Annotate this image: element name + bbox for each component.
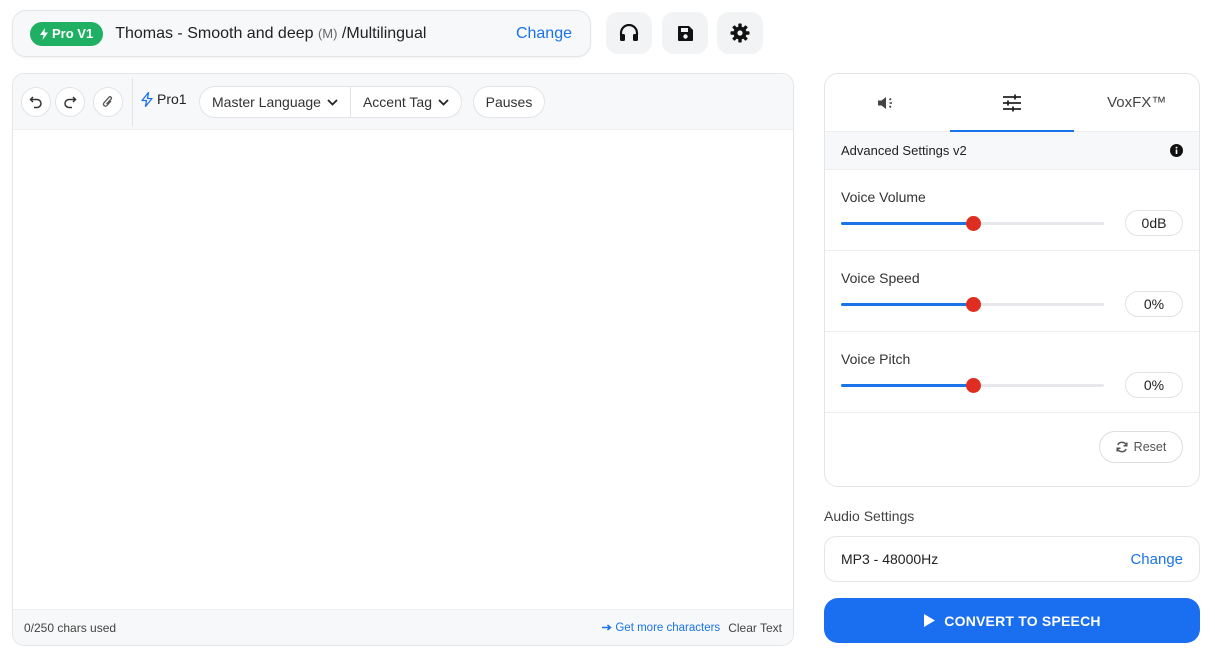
convert-to-speech-button[interactable]: CONVERT TO SPEECH bbox=[824, 598, 1200, 643]
voice-speed-slider[interactable] bbox=[841, 297, 1104, 312]
slider-fill bbox=[841, 384, 973, 387]
slider-thumb[interactable] bbox=[965, 297, 981, 312]
refresh-icon bbox=[1116, 441, 1128, 453]
chevron-down-icon bbox=[327, 98, 338, 106]
convert-label: CONVERT TO SPEECH bbox=[944, 612, 1101, 629]
advanced-settings-header: Advanced Settings v2 bbox=[825, 132, 1199, 170]
voice-speed-value[interactable]: 0% bbox=[1125, 291, 1183, 317]
accent-tag-dropdown[interactable]: Accent Tag bbox=[349, 87, 461, 117]
get-more-characters-link[interactable]: Get more characters bbox=[602, 622, 720, 634]
active-tab-indicator bbox=[950, 130, 1074, 132]
voice-selector[interactable]: Pro V1 Thomas - Smooth and deep (M) /Mul… bbox=[12, 10, 591, 57]
chars-used-counter: 0/250 chars used bbox=[24, 620, 117, 635]
audio-format: MP3 - 48000Hz bbox=[841, 551, 939, 567]
audio-settings-box: MP3 - 48000Hz Change bbox=[824, 536, 1200, 582]
reset-button[interactable]: Reset bbox=[1099, 431, 1183, 463]
voice-volume-slider[interactable] bbox=[841, 216, 1104, 231]
tab-advanced[interactable] bbox=[950, 74, 1075, 131]
language-accent-group: Master Language Accent Tag bbox=[199, 86, 462, 118]
reset-label: Reset bbox=[1133, 440, 1167, 454]
text-input-area[interactable] bbox=[13, 130, 793, 610]
tab-voice[interactable] bbox=[825, 74, 950, 131]
text-editor: Pro1 Master Language Accent Tag Pauses 0… bbox=[12, 73, 794, 646]
play-icon bbox=[924, 614, 936, 627]
headphones-icon bbox=[619, 24, 639, 41]
attach-button[interactable] bbox=[93, 87, 123, 117]
redo-button[interactable] bbox=[55, 87, 85, 117]
audio-settings-label: Audio Settings bbox=[824, 508, 915, 524]
slider-fill bbox=[841, 222, 973, 225]
clear-text-button[interactable]: Clear Text bbox=[728, 621, 782, 635]
settings-button[interactable] bbox=[717, 12, 763, 54]
speaker-icon bbox=[878, 96, 893, 109]
voice-pitch-slider[interactable] bbox=[841, 378, 1104, 393]
sliders-icon bbox=[1003, 94, 1021, 111]
tab-voxfx[interactable]: VoxFX™ bbox=[1074, 74, 1199, 131]
voice-volume-row: Voice Volume 0dB bbox=[825, 170, 1199, 251]
model-selector[interactable]: Pro1 bbox=[141, 91, 187, 107]
info-icon[interactable] bbox=[1170, 144, 1183, 157]
settings-tabs: VoxFX™ bbox=[825, 74, 1199, 132]
voice-speed-row: Voice Speed 0% bbox=[825, 251, 1199, 332]
model-label: Pro1 bbox=[157, 91, 187, 107]
save-icon bbox=[677, 25, 693, 41]
pro-badge-label: Pro V1 bbox=[52, 26, 94, 41]
redo-icon bbox=[64, 96, 77, 109]
change-audio-link[interactable]: Change bbox=[1130, 551, 1183, 568]
voice-pitch-label: Voice Pitch bbox=[841, 351, 911, 367]
slider-fill bbox=[841, 303, 973, 306]
voice-language: /Multilingual bbox=[337, 24, 427, 42]
headphones-button[interactable] bbox=[606, 12, 652, 54]
accent-tag-label: Accent Tag bbox=[362, 94, 432, 110]
pro-badge: Pro V1 bbox=[30, 21, 104, 46]
save-button[interactable] bbox=[662, 12, 708, 54]
slider-thumb[interactable] bbox=[965, 378, 981, 393]
voice-settings-panel: VoxFX™ Advanced Settings v2 Voice Volume… bbox=[824, 73, 1200, 487]
master-language-dropdown[interactable]: Master Language bbox=[200, 87, 350, 117]
lightning-icon bbox=[141, 91, 153, 107]
master-language-label: Master Language bbox=[212, 94, 321, 110]
voice-gender-tag: (M) bbox=[317, 25, 338, 41]
voice-volume-value[interactable]: 0dB bbox=[1125, 210, 1183, 236]
lightning-icon bbox=[40, 27, 48, 40]
voice-volume-label: Voice Volume bbox=[841, 189, 926, 205]
chevron-down-icon bbox=[438, 98, 449, 106]
arrow-right-icon bbox=[602, 624, 613, 631]
undo-icon bbox=[29, 96, 42, 109]
undo-button[interactable] bbox=[21, 87, 51, 117]
slider-thumb[interactable] bbox=[965, 216, 981, 231]
editor-footer: 0/250 chars used Get more characters Cle… bbox=[13, 609, 793, 645]
change-voice-link[interactable]: Change bbox=[516, 25, 572, 43]
voice-pitch-value[interactable]: 0% bbox=[1125, 372, 1183, 398]
advanced-settings-title: Advanced Settings v2 bbox=[841, 143, 967, 158]
paperclip-icon bbox=[102, 96, 113, 107]
editor-toolbar: Pro1 Master Language Accent Tag Pauses bbox=[13, 74, 793, 130]
voice-pitch-row: Voice Pitch 0% bbox=[825, 332, 1199, 413]
toolbar-divider bbox=[132, 78, 133, 126]
voice-speed-label: Voice Speed bbox=[841, 270, 920, 286]
voice-name: Thomas - Smooth and deep (M) /Multilingu… bbox=[115, 24, 427, 42]
pauses-button[interactable]: Pauses bbox=[473, 86, 545, 118]
gear-icon bbox=[730, 23, 750, 43]
